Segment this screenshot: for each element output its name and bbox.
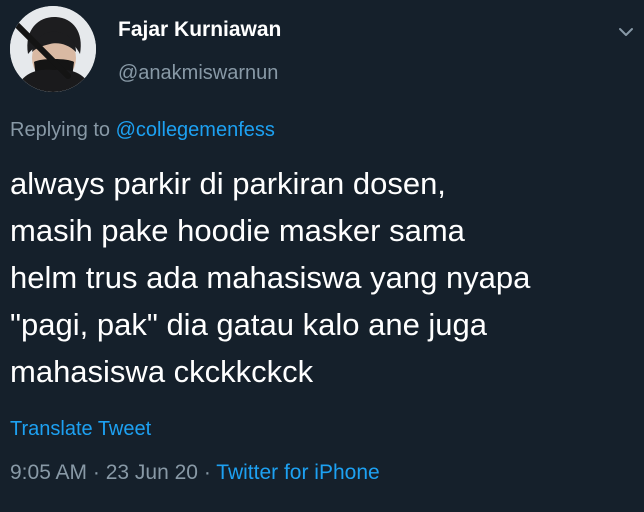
- tweet-time[interactable]: 9:05 AM: [10, 461, 87, 484]
- chevron-down-icon[interactable]: [616, 22, 636, 42]
- replying-to-mention[interactable]: @collegemenfess: [116, 119, 275, 141]
- avatar[interactable]: [10, 6, 96, 92]
- tweet-source-link[interactable]: Twitter for iPhone: [216, 461, 379, 484]
- meta-separator: ·: [197, 461, 217, 484]
- avatar-image: [10, 6, 96, 92]
- display-name[interactable]: Fajar Kurniawan: [118, 18, 281, 42]
- tweet-date[interactable]: 23 Jun 20: [106, 461, 198, 484]
- tweet-card: Fajar Kurniawan @anakmiswarnun Replying …: [0, 0, 644, 512]
- username[interactable]: @anakmiswarnun: [118, 62, 278, 85]
- tweet-text: always parkir di parkiran dosen, masih p…: [10, 166, 531, 389]
- tweet-metadata: 9:05 AM · 23 Jun 20 · Twitter for iPhone: [10, 461, 380, 485]
- replying-to-line: Replying to @collegemenfess: [10, 119, 275, 142]
- replying-to-label: Replying to: [10, 119, 116, 141]
- translate-tweet-link[interactable]: Translate Tweet: [10, 418, 151, 441]
- meta-separator: ·: [87, 461, 106, 484]
